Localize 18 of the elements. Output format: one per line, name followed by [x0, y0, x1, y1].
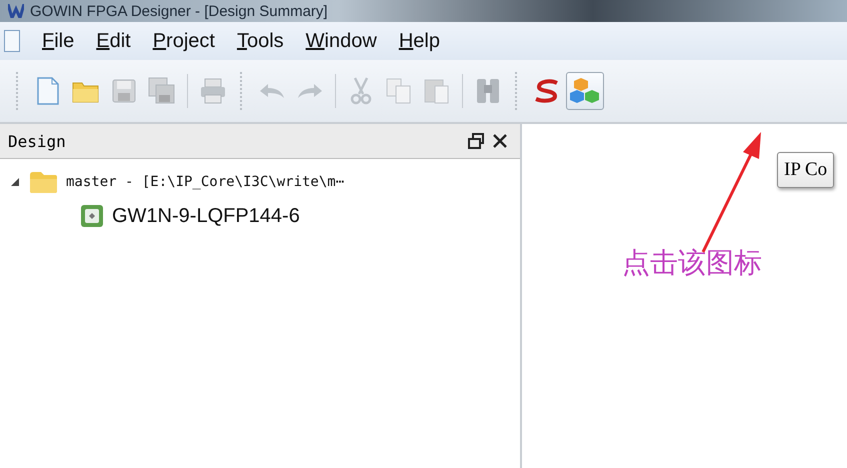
app-logo-icon — [8, 4, 24, 18]
menu-item[interactable]: Help — [398, 30, 440, 52]
chip-icon — [80, 204, 104, 228]
menu-item[interactable]: Window — [306, 30, 377, 52]
menu-item[interactable]: Project — [152, 30, 215, 52]
tree-item[interactable]: master - [E:\IP_Core\I3C\write\m⋯ — [66, 174, 344, 190]
ip-core-button[interactable] — [566, 72, 604, 110]
tree-item[interactable]: GW1N-9-LQFP144-6 — [112, 204, 300, 228]
tooltip: IP Co — [777, 152, 834, 188]
expanded-icon[interactable] — [10, 177, 20, 187]
menu-item[interactable]: File — [42, 30, 74, 52]
menu-item[interactable]: Edit — [96, 30, 131, 52]
folder-icon — [28, 170, 58, 194]
document-icon — [4, 30, 20, 52]
window-title: GOWIN FPGA Designer - [Design Summary] — [30, 2, 328, 20]
annotation-text: 点击该图标 — [622, 246, 762, 280]
menu-item[interactable]: Tools — [236, 30, 284, 52]
panel-title: Design — [8, 132, 67, 150]
